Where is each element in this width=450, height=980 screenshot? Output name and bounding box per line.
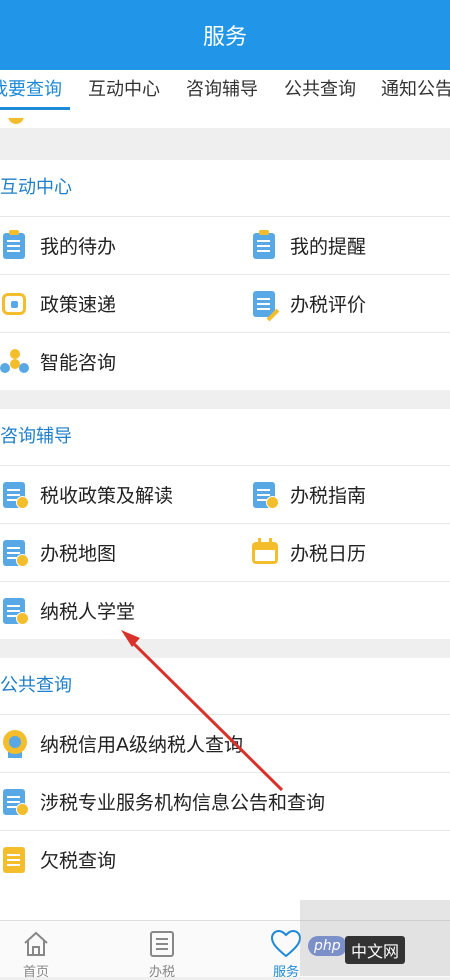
list-row: 欠税查询 <box>0 831 450 888</box>
list-row: 我的待办 我的提醒 <box>0 217 450 275</box>
medal-icon <box>0 729 30 759</box>
partial-icon <box>8 118 24 124</box>
page-title: 服务 <box>202 25 247 50</box>
item-label: 办税评价 <box>290 294 367 316</box>
item-label: 税收政策及解读 <box>40 485 174 507</box>
item-taxpayer-school[interactable]: 纳税人学堂 <box>0 582 135 639</box>
section-interaction: 互动中心 我的待办 我的提醒 政策速递 办税评价 智能咨询 <box>0 160 450 390</box>
tab-query[interactable]: 我要查询 <box>0 70 62 118</box>
calendar-icon <box>250 537 280 568</box>
watermark-logo: php <box>308 936 347 956</box>
service-list: 互动中心 我的待办 我的提醒 政策速递 办税评价 智能咨询 咨询辅导 税收政策及… <box>0 118 450 920</box>
item-tax-policy[interactable]: 税收政策及解读 <box>0 466 173 523</box>
item-label: 欠税查询 <box>40 850 117 872</box>
watermark-text: 中文网 <box>345 936 406 964</box>
list-row: 纳税信用A级纳税人查询 <box>0 715 450 773</box>
item-label: 涉税专业服务机构信息公告和查询 <box>40 792 326 814</box>
active-tab-indicator <box>0 107 70 110</box>
list-row: 纳税人学堂 <box>0 582 450 639</box>
map-document-icon <box>0 538 30 568</box>
item-label: 纳税信用A级纳税人查询 <box>40 734 243 756</box>
item-label: 纳税人学堂 <box>40 601 136 623</box>
nav-label: 办税 <box>148 965 175 980</box>
item-smart-consult[interactable]: 智能咨询 <box>0 333 116 390</box>
document-icon <box>0 596 30 626</box>
item-my-todo[interactable]: 我的待办 <box>0 217 116 274</box>
tab-notice[interactable]: 通知公告 <box>381 70 450 118</box>
home-icon <box>24 931 48 956</box>
list-row: 办税地图 办税日历 <box>0 524 450 582</box>
edit-document-icon <box>250 289 280 321</box>
section-public: 公共查询 纳税信用A级纳税人查询 涉税专业服务机构信息公告和查询 欠税查询 <box>0 658 450 920</box>
nav-tax[interactable]: 办税 <box>112 921 212 980</box>
section-title: 咨询辅导 <box>0 409 450 466</box>
category-tabs: 我要查询 互动中心 咨询辅导 公共查询 通知公告 <box>0 70 450 118</box>
item-label: 办税日历 <box>290 543 367 565</box>
item-label: 我的提醒 <box>290 236 367 258</box>
list-row: 税收政策及解读 办税指南 <box>0 466 450 524</box>
policy-icon <box>0 289 30 319</box>
tab-public[interactable]: 公共查询 <box>284 70 356 118</box>
item-label: 智能咨询 <box>40 352 117 374</box>
item-credit-a-query[interactable]: 纳税信用A级纳税人查询 <box>0 715 243 772</box>
yen-document-icon <box>0 845 30 875</box>
item-label: 办税地图 <box>40 543 117 565</box>
clipboard-icon <box>0 229 30 261</box>
document-icon <box>0 787 30 817</box>
document-icon <box>250 480 280 510</box>
section-title: 互动中心 <box>0 160 450 217</box>
item-tax-evaluation[interactable]: 办税评价 <box>250 275 366 332</box>
list-row: 政策速递 办税评价 <box>0 275 450 333</box>
item-label: 办税指南 <box>290 485 367 507</box>
list-row: 智能咨询 <box>0 333 450 390</box>
item-tax-calendar[interactable]: 办税日历 <box>250 524 366 581</box>
list-icon <box>150 931 174 957</box>
document-icon <box>0 480 30 510</box>
tab-interaction[interactable]: 互动中心 <box>88 70 160 118</box>
item-label: 我的待办 <box>40 236 117 258</box>
nav-home[interactable]: 首页 <box>0 921 86 980</box>
tab-consult[interactable]: 咨询辅导 <box>186 70 258 118</box>
list-row: 涉税专业服务机构信息公告和查询 <box>0 773 450 831</box>
heart-icon <box>270 929 302 958</box>
item-policy-express[interactable]: 政策速递 <box>0 275 116 332</box>
clipboard-icon <box>250 229 280 261</box>
people-icon <box>0 347 30 377</box>
item-agency-query[interactable]: 涉税专业服务机构信息公告和查询 <box>0 773 325 830</box>
section-title: 公共查询 <box>0 658 450 715</box>
section-consult: 咨询辅导 税收政策及解读 办税指南 办税地图 办税日历 纳税人学堂 <box>0 409 450 639</box>
item-label: 政策速递 <box>40 294 117 316</box>
item-my-reminder[interactable]: 我的提醒 <box>250 217 366 274</box>
app-header: 服务 <box>0 0 450 70</box>
nav-label: 首页 <box>22 965 49 980</box>
item-tax-guide[interactable]: 办税指南 <box>250 466 366 523</box>
item-tax-map[interactable]: 办税地图 <box>0 524 116 581</box>
item-arrears-query[interactable]: 欠税查询 <box>0 831 116 888</box>
scrolled-row <box>0 118 450 128</box>
